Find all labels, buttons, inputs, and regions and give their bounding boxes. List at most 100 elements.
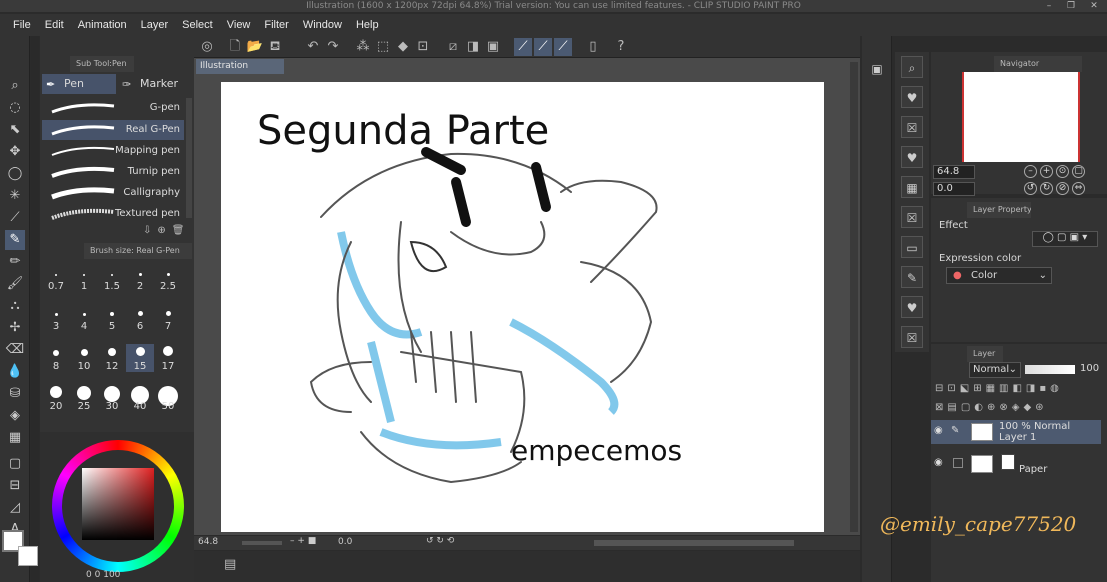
rotate-right-icon[interactable]: ↻	[1040, 182, 1053, 195]
snap-grid-ruler-icon[interactable]: ⟋	[554, 38, 572, 56]
decoration-tool-icon[interactable]: ✢	[5, 318, 25, 338]
brush-size-header[interactable]: Brush size: Real G-Pen	[84, 243, 192, 259]
ruler-tool-icon[interactable]: ◿	[5, 498, 25, 518]
sub-color-swatch[interactable]	[18, 546, 38, 566]
navigator-rotation-field[interactable]: 0.0	[933, 182, 975, 196]
brush-size-option[interactable]: 15	[126, 344, 154, 372]
panel-splitter[interactable]	[31, 36, 39, 582]
fill-bucket-icon[interactable]: ◈	[5, 406, 25, 426]
drawing-canvas[interactable]: Segunda Parte empecemos	[221, 82, 824, 532]
menu-filter[interactable]: Filter	[257, 19, 295, 31]
menu-help[interactable]: Help	[349, 19, 386, 31]
pen-item-selected[interactable]: Real G-Pen	[42, 120, 184, 140]
sub-tool-header[interactable]: Sub Tool:Pen	[70, 56, 134, 72]
menu-layer[interactable]: Layer	[134, 19, 176, 31]
brush-size-option[interactable]: 50	[154, 384, 182, 412]
favorite-3-icon[interactable]: ♥	[901, 296, 923, 318]
close-palette-2-icon[interactable]: ☒	[901, 206, 923, 228]
open-file-icon[interactable]: 📂	[246, 38, 264, 56]
zoom-out-icon[interactable]: –	[1024, 165, 1037, 178]
snap-grid-icon[interactable]: ▣	[484, 38, 502, 56]
blend-tool-icon[interactable]: 💧	[5, 362, 25, 382]
fill-icon[interactable]: ◆	[394, 38, 412, 56]
brush-size-option[interactable]: 1	[70, 264, 98, 292]
pen-tool-icon[interactable]: ✎	[5, 230, 25, 250]
eye-icon[interactable]: ◉	[934, 425, 943, 436]
selection-tool-icon[interactable]: ◯	[5, 164, 25, 184]
brush-tool-icon[interactable]: 🖌	[5, 274, 25, 294]
panel-toggle-icon[interactable]: ▣	[866, 58, 888, 80]
zoom-controls[interactable]: – + ■	[290, 536, 316, 546]
close-button[interactable]: ✕	[1085, 0, 1103, 12]
zoom-readout[interactable]: 64.8	[198, 537, 218, 547]
brush-size-option[interactable]: 2	[126, 264, 154, 292]
layer-header[interactable]: Layer	[967, 346, 1003, 362]
maximize-button[interactable]: ❐	[1062, 0, 1080, 12]
transform-icon[interactable]: ⊡	[414, 38, 432, 56]
move-layer-tool-icon[interactable]: ✥	[5, 142, 25, 162]
flip-icon[interactable]: ⇔	[1072, 182, 1085, 195]
new-file-icon[interactable]: 🗋	[226, 38, 244, 56]
close-palette-icon[interactable]: ☒	[901, 116, 923, 138]
brush-size-option[interactable]: 6	[126, 304, 154, 332]
menu-animation[interactable]: Animation	[71, 19, 134, 31]
angle-readout[interactable]: 0.0	[338, 537, 352, 547]
effect-buttons[interactable]: ◯ ▢ ▣ ▾	[1032, 231, 1098, 247]
fit-icon[interactable]: ⊙	[1056, 165, 1069, 178]
layer-row-paper[interactable]: ◉ Paper	[931, 452, 1101, 476]
zoom-tool-icon[interactable]: ⌕	[5, 76, 25, 96]
eyedropper-tool-icon[interactable]: ⟋	[5, 208, 25, 228]
menu-file[interactable]: File	[6, 19, 38, 31]
opacity-value[interactable]: 100	[1080, 363, 1099, 374]
brush-size-option[interactable]: 4	[70, 304, 98, 332]
snap-icon[interactable]: ◨	[464, 38, 482, 56]
operation-tool-icon[interactable]: ⬉	[5, 120, 25, 140]
redo-icon[interactable]: ↷	[324, 38, 342, 56]
frame-tool-icon[interactable]: ⊟	[5, 476, 25, 496]
navigator-zoom-field[interactable]: 64.8	[933, 165, 975, 179]
brush-size-option[interactable]: 3	[42, 304, 70, 332]
brush-size-option[interactable]: 2.5	[154, 264, 182, 292]
sub-tool-scrollbar[interactable]	[186, 98, 192, 218]
undo-icon[interactable]: ↶	[304, 38, 322, 56]
save-icon[interactable]: ⛾	[266, 38, 284, 56]
edit-icon[interactable]: ✎	[901, 266, 923, 288]
layer-property-header[interactable]: Layer Property	[967, 202, 1031, 218]
device-icon[interactable]: ▯	[584, 38, 602, 56]
pen-item[interactable]: Textured pen	[42, 204, 184, 224]
brush-size-option[interactable]: 40	[126, 384, 154, 412]
pen-item[interactable]: Mapping pen	[42, 141, 184, 161]
blend-mode-select[interactable]: Normal ⌄	[969, 362, 1021, 378]
opacity-slider[interactable]	[1025, 365, 1075, 374]
pencil-tool-icon[interactable]: ✏	[5, 252, 25, 272]
clip-studio-icon[interactable]: ◎	[198, 38, 216, 56]
eraser-tool-icon[interactable]: ⌫	[5, 340, 25, 360]
clear-outside-icon[interactable]: ⬚	[374, 38, 392, 56]
lock-checkbox[interactable]	[953, 458, 963, 468]
menu-edit[interactable]: Edit	[38, 19, 71, 31]
color-square[interactable]	[82, 468, 154, 540]
canvas-vertical-scrollbar[interactable]	[850, 62, 858, 532]
brush-size-option[interactable]: 7	[154, 304, 182, 332]
zoom-slider[interactable]	[242, 541, 282, 545]
navigator-preview[interactable]	[962, 72, 1080, 162]
pen-item[interactable]: Calligraphy	[42, 183, 184, 203]
reset-rotation-icon[interactable]: ⊘	[1056, 182, 1069, 195]
navigator-header[interactable]: Navigator	[994, 56, 1082, 72]
clear-icon[interactable]: ⁂	[354, 38, 372, 56]
timeline-icon[interactable]: ▤	[224, 557, 236, 572]
rotate-left-icon[interactable]: ↺	[1024, 182, 1037, 195]
brush-size-option[interactable]: 5	[98, 304, 126, 332]
image-icon[interactable]: ▦	[901, 176, 923, 198]
figure-tool-icon[interactable]: ▢	[5, 454, 25, 474]
eye-icon[interactable]: ◉	[934, 457, 943, 468]
close-palette-3-icon[interactable]: ☒	[901, 326, 923, 348]
gradient-tool-icon[interactable]: ▦	[5, 428, 25, 448]
sub-tool-actions[interactable]: ⇩⊕🗑	[143, 225, 193, 237]
expression-color-select[interactable]: Color ● ⌄	[946, 267, 1052, 284]
brush-size-option[interactable]: 8	[42, 344, 70, 372]
layer-toolbar-2[interactable]: ⊠▤▢◐⊕⊗◈◆⊛	[935, 402, 1101, 416]
canvas-horizontal-scrollbar[interactable]	[594, 540, 794, 546]
actual-size-icon[interactable]: ▢	[1072, 165, 1085, 178]
brush-size-option[interactable]: 10	[70, 344, 98, 372]
